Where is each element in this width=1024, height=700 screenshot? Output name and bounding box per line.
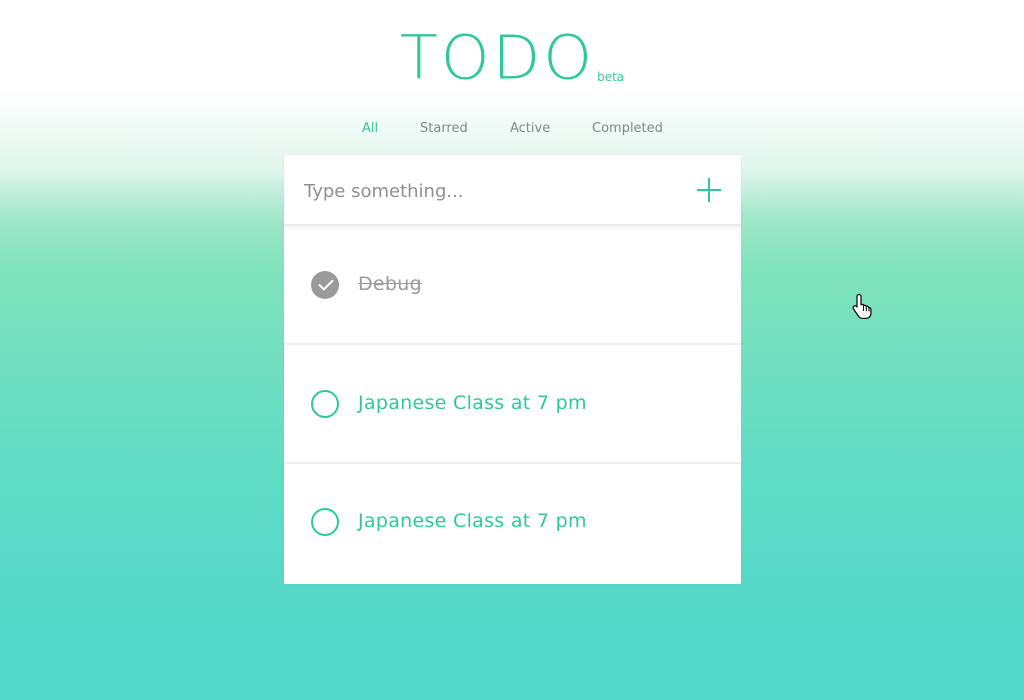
app-header: TODO beta	[0, 18, 1024, 98]
filter-starred[interactable]: Starred	[420, 121, 468, 136]
filter-active[interactable]: Active	[510, 121, 550, 136]
circle-icon[interactable]	[311, 390, 339, 418]
todo-card: Debug Japanese Class at 7 pm Japanese Cl…	[284, 155, 741, 584]
todo-item: Japanese Class at 7 pm	[284, 345, 741, 464]
todo-list: Debug Japanese Class at 7 pm Japanese Cl…	[284, 226, 741, 584]
filter-completed[interactable]: Completed	[592, 121, 663, 136]
hand-pointer-icon	[852, 293, 872, 320]
todo-item-text: Japanese Class at 7 pm	[358, 510, 587, 532]
plus-icon[interactable]	[696, 177, 722, 203]
app-title: TODO	[399, 21, 596, 94]
beta-badge: beta	[597, 70, 625, 84]
todo-item: Japanese Class at 7 pm	[284, 464, 741, 584]
circle-icon[interactable]	[311, 508, 339, 536]
filter-all[interactable]: All	[362, 121, 378, 136]
todo-item: Debug	[284, 226, 741, 345]
new-todo-row	[284, 155, 741, 226]
todo-item-text: Japanese Class at 7 pm	[358, 392, 587, 414]
check-circle-icon[interactable]	[311, 271, 339, 299]
filter-tabs: All Starred Active Completed	[0, 121, 1024, 141]
todo-item-text: Debug	[358, 273, 422, 295]
new-todo-input[interactable]	[304, 175, 684, 207]
